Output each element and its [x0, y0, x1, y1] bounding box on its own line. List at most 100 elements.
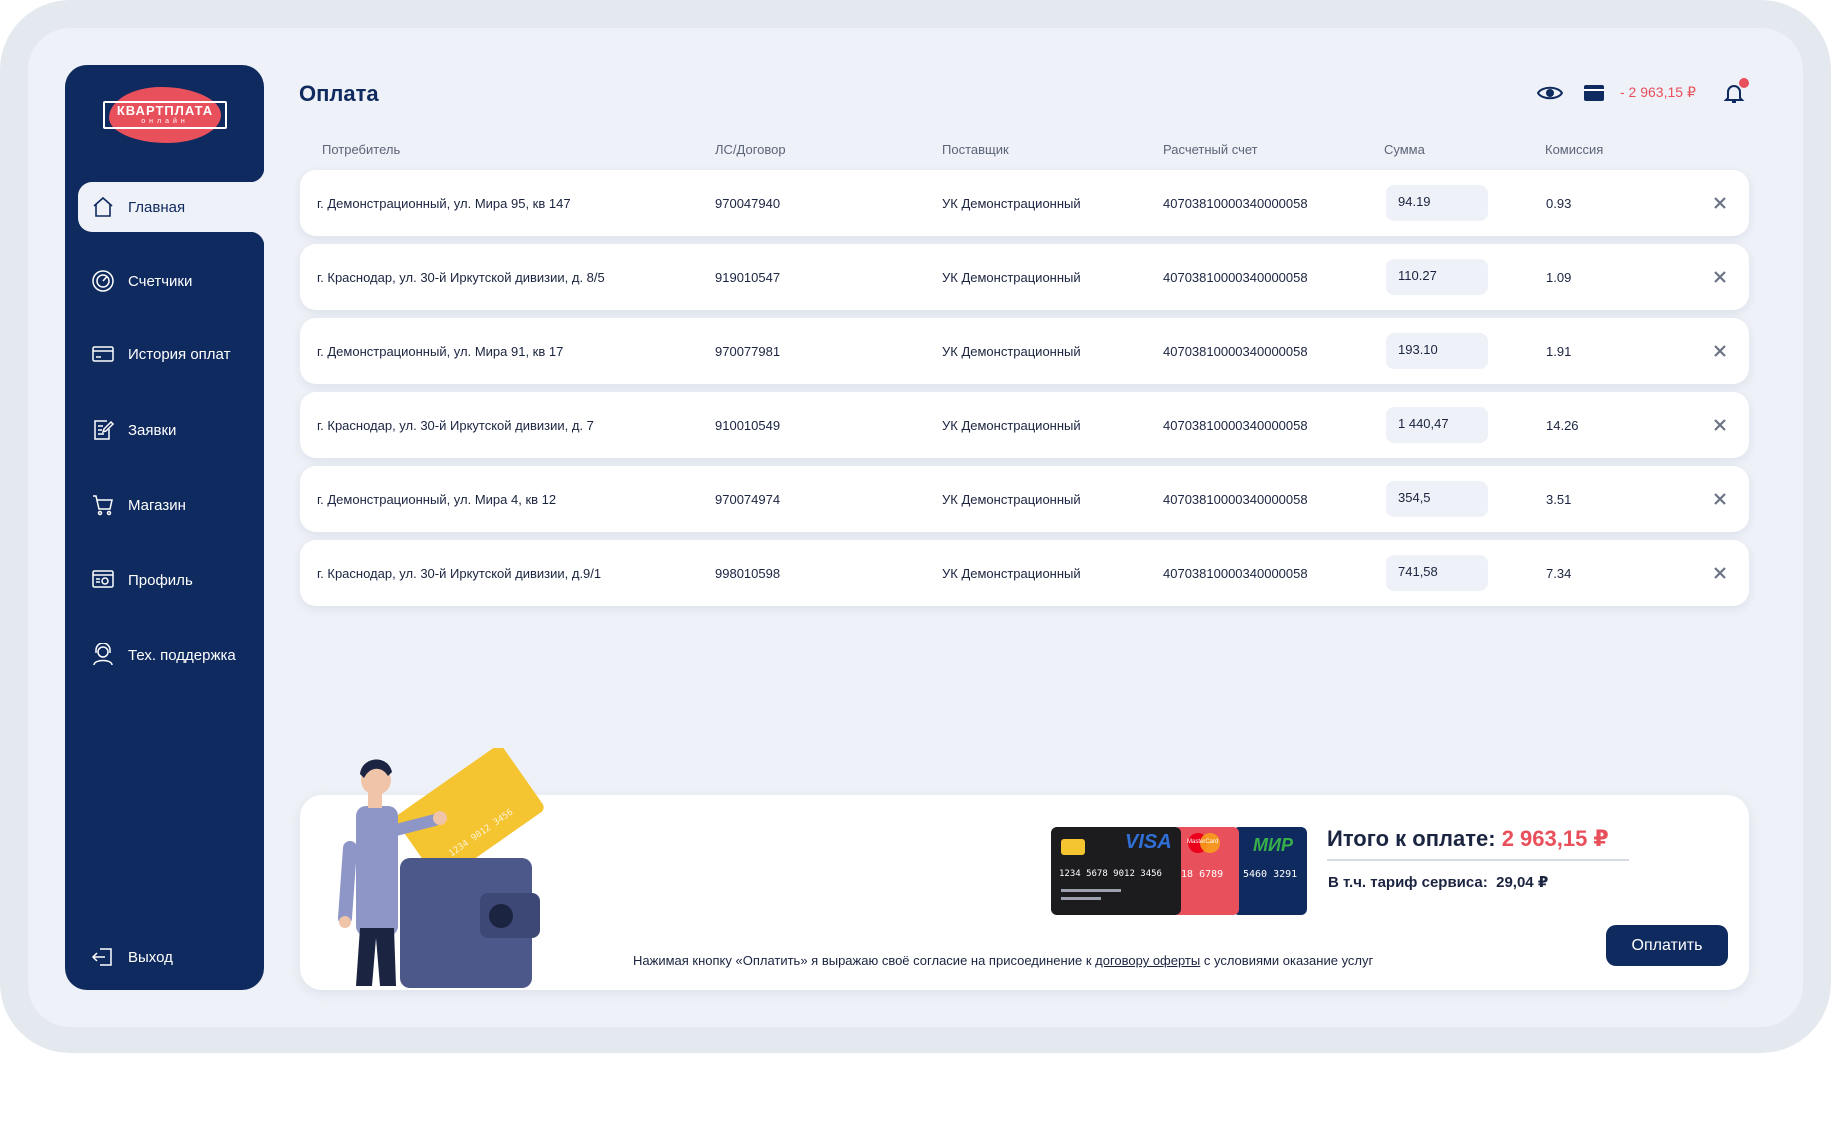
tariff-label: В т.ч. тариф сервиса: [1328, 874, 1488, 891]
sidebar-item-payment-history[interactable]: История оплат [78, 329, 264, 379]
sidebar-item-label: Профиль [128, 571, 193, 589]
account-number: 970077981 [715, 343, 781, 359]
sidebar-item-requests[interactable]: Заявки [78, 405, 264, 455]
close-icon [1714, 271, 1726, 283]
close-icon [1714, 567, 1726, 579]
fee-value: 0.93 [1546, 195, 1572, 211]
sum-input[interactable]: 110.27 [1386, 259, 1488, 295]
payment-cards: МИР 5460 3291 MasterCard 018 6789 VISA 1… [1051, 827, 1307, 915]
page-title: Оплата [299, 81, 379, 106]
logo-frame: КВАРТПЛАТА онлайн [103, 101, 227, 129]
supplier-name: УК Демонстрационный [942, 565, 1081, 581]
table-row: г. Демонстрационный, ул. Мира 4, кв 12 9… [300, 466, 1749, 532]
fee-value: 7.34 [1546, 565, 1572, 581]
column-header-sum: Сумма [1384, 142, 1425, 157]
wallet-icon[interactable] [1583, 80, 1605, 106]
sidebar-item-support[interactable]: Тех. поддержка [78, 630, 264, 680]
account-number: 970047940 [715, 195, 781, 211]
balance-amount: - 2 963,15 ₽ [1620, 84, 1696, 100]
total-amount: 2 963,15 ₽ [1501, 826, 1609, 851]
supplier-name: УК Демонстрационный [942, 195, 1081, 211]
column-header-consumer: Потребитель [322, 142, 401, 157]
bank-account: 40703810000340000058 [1163, 195, 1308, 211]
offer-agreement-link[interactable]: договору оферты [1095, 953, 1200, 968]
tariff-amount: 29,04 ₽ [1496, 874, 1549, 891]
supplier-name: УК Демонстрационный [942, 343, 1081, 359]
remove-row-button[interactable] [1708, 413, 1732, 437]
sidebar-item-label: Заявки [128, 421, 177, 439]
logo[interactable]: КВАРТПЛАТА онлайн [103, 85, 227, 147]
table-row: г. Демонстрационный, ул. Мира 91, кв 17 … [300, 318, 1749, 384]
close-icon [1714, 419, 1726, 431]
request-icon [90, 417, 116, 443]
column-header-fee: Комиссия [1545, 142, 1604, 157]
wallet-illustration: 1234 9012 3456 [338, 748, 544, 988]
logo-subtitle: онлайн [141, 118, 189, 125]
table-row: г. Краснодар, ул. 30-й Иркутской дивизии… [300, 244, 1749, 310]
logout-button[interactable]: Выход [78, 932, 264, 982]
consumer-address: г. Краснодар, ул. 30-й Иркутской дивизии… [317, 565, 602, 581]
consumer-address: г. Демонстрационный, ул. Мира 4, кв 12 [317, 491, 557, 507]
mir-brand: МИР [1253, 835, 1293, 855]
bank-account: 40703810000340000058 [1163, 491, 1308, 507]
visa-card: VISA 1234 5678 9012 3456 [1051, 827, 1181, 915]
bell-icon[interactable] [1722, 78, 1749, 106]
sum-input[interactable]: 354,5 [1386, 481, 1488, 517]
sidebar-item-label: Счетчики [128, 272, 193, 290]
sum-input[interactable]: 1 440,47 [1386, 407, 1488, 443]
remove-row-button[interactable] [1708, 561, 1732, 585]
sum-input[interactable]: 94.19 [1386, 185, 1488, 221]
sidebar-item-profile[interactable]: Профиль [78, 555, 264, 605]
cart-icon [90, 492, 116, 518]
fee-value: 1.09 [1546, 269, 1572, 285]
column-header-bank-account: Расчетный счет [1163, 142, 1258, 157]
sidebar-item-shop[interactable]: Магазин [78, 480, 264, 530]
consumer-address: г. Демонстрационный, ул. Мира 91, кв 17 [317, 343, 564, 359]
account-number: 919010547 [715, 269, 781, 285]
sidebar-item-label: Главная [128, 198, 186, 216]
remove-row-button[interactable] [1708, 487, 1732, 511]
consent-text: Нажимая кнопку «Оплатить» я выражаю своё… [633, 953, 1373, 968]
profile-icon [90, 567, 116, 593]
column-header-account: ЛС/Договор [715, 142, 786, 157]
sum-input[interactable]: 193.10 [1386, 333, 1488, 369]
close-icon [1714, 197, 1726, 209]
account-number: 998010598 [715, 565, 781, 581]
table-row: г. Краснодар, ул. 30-й Иркутской дивизии… [300, 540, 1749, 606]
supplier-name: УК Демонстрационный [942, 491, 1081, 507]
card-chip [1061, 839, 1085, 855]
fee-value: 1.91 [1546, 343, 1572, 359]
total-divider [1327, 859, 1629, 861]
sidebar-item-meters[interactable]: Счетчики [78, 256, 264, 306]
mastercard-card: MasterCard 018 6789 [1173, 827, 1239, 915]
sidebar-item-label: Магазин [128, 496, 186, 514]
home-icon [90, 194, 116, 220]
consent-before: Нажимая кнопку «Оплатить» я выражаю своё… [633, 953, 1092, 968]
table-row: г. Демонстрационный, ул. Мира 95, кв 147… [300, 170, 1749, 236]
fee-value: 14.26 [1546, 417, 1579, 433]
consumer-address: г. Краснодар, ул. 30-й Иркутской дивизии… [317, 269, 605, 285]
card-icon [90, 341, 116, 367]
sidebar-item-home[interactable]: Главная [78, 168, 264, 246]
remove-row-button[interactable] [1708, 265, 1732, 289]
mir-card-number: 5460 3291 [1243, 869, 1298, 880]
close-icon [1714, 493, 1726, 505]
visa-brand: VISA [1125, 831, 1172, 853]
pay-button[interactable]: Оплатить [1606, 925, 1728, 966]
consumer-address: г. Краснодар, ул. 30-й Иркутской дивизии… [317, 417, 594, 433]
eye-icon[interactable] [1537, 80, 1563, 106]
remove-row-button[interactable] [1708, 191, 1732, 215]
supplier-name: УК Демонстрационный [942, 417, 1081, 433]
sum-input[interactable]: 741,58 [1386, 555, 1488, 591]
sidebar-item-label: Тех. поддержка [128, 646, 236, 664]
remove-row-button[interactable] [1708, 339, 1732, 363]
account-number: 970074974 [715, 491, 781, 507]
mir-card: МИР 5460 3291 [1233, 827, 1307, 915]
bank-account: 40703810000340000058 [1163, 343, 1308, 359]
logout-icon [90, 944, 116, 970]
fee-value: 3.51 [1546, 491, 1572, 507]
support-icon [90, 642, 116, 668]
service-tariff: В т.ч. тариф сервиса: 29,04 ₽ [1328, 873, 1548, 891]
sidebar: КВАРТПЛАТА онлайн Главная Счетчики Истор… [65, 65, 264, 990]
total-label: Итого к оплате: [1327, 826, 1496, 851]
